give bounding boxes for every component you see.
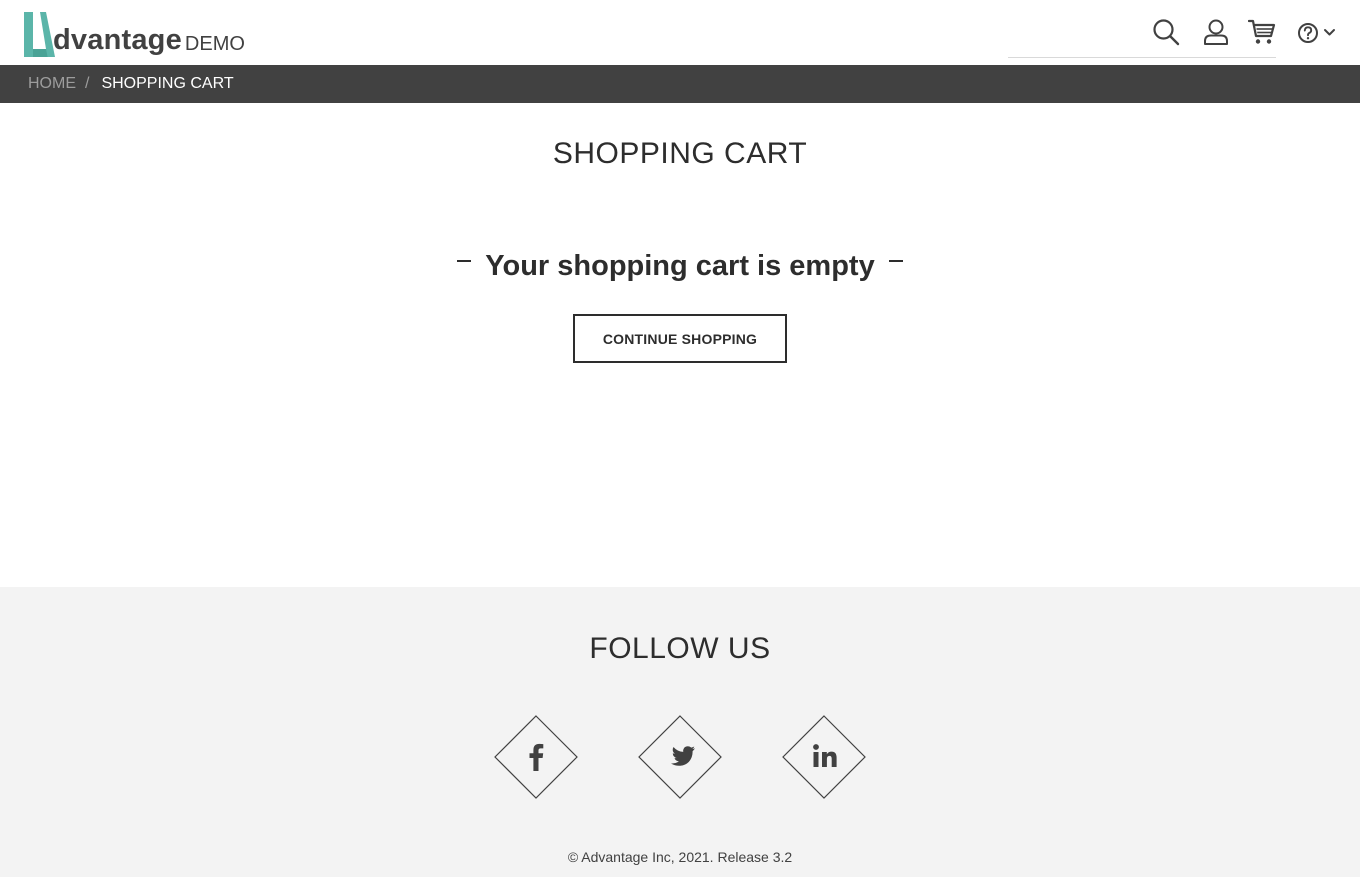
logo-a-mark-icon <box>24 12 55 57</box>
decorative-dash-right <box>888 260 903 262</box>
breadcrumb-current: SHOPPING CART <box>101 75 234 92</box>
linkedin-link[interactable] <box>782 715 866 799</box>
facebook-icon <box>494 715 578 799</box>
search-field-underline <box>1008 57 1276 58</box>
help-icon <box>1298 23 1335 43</box>
twitter-link[interactable] <box>638 715 722 799</box>
decorative-dash-left <box>457 260 472 262</box>
copyright-text: © Advantage Inc, 2021. Release 3.2 <box>567 849 793 865</box>
continue-shopping-button[interactable]: CONTINUE SHOPPING <box>573 314 787 363</box>
page-title: SHOPPING CART <box>552 137 808 170</box>
user-menu-button[interactable] <box>1203 18 1229 46</box>
user-icon <box>1204 19 1228 45</box>
cart-icon <box>1248 19 1276 44</box>
help-menu-button[interactable] <box>1297 22 1339 44</box>
logo-word: dvantage <box>53 24 182 56</box>
breadcrumb: HOME / SHOPPING CART <box>0 65 1360 103</box>
empty-cart-message: Your shopping cart is empty <box>0 246 1360 286</box>
twitter-icon <box>638 715 722 799</box>
linkedin-icon <box>782 715 866 799</box>
site-header: dvantage DEMO <box>0 0 1360 65</box>
search-button[interactable] <box>1152 18 1180 46</box>
site-footer: FOLLOW US © Advantage Inc, 2021. Release… <box>0 587 1360 877</box>
follow-us-title: FOLLOW US <box>589 632 771 665</box>
breadcrumb-home-link[interactable]: HOME <box>28 75 76 93</box>
breadcrumb-separator: / <box>85 75 90 92</box>
facebook-link[interactable] <box>494 715 578 799</box>
site-logo[interactable]: dvantage DEMO <box>22 8 245 58</box>
search-icon <box>1153 19 1180 46</box>
cart-button[interactable] <box>1248 18 1276 46</box>
logo-demo-label: DEMO <box>184 33 245 55</box>
empty-cart-text: Your shopping cart is empty <box>485 250 875 282</box>
